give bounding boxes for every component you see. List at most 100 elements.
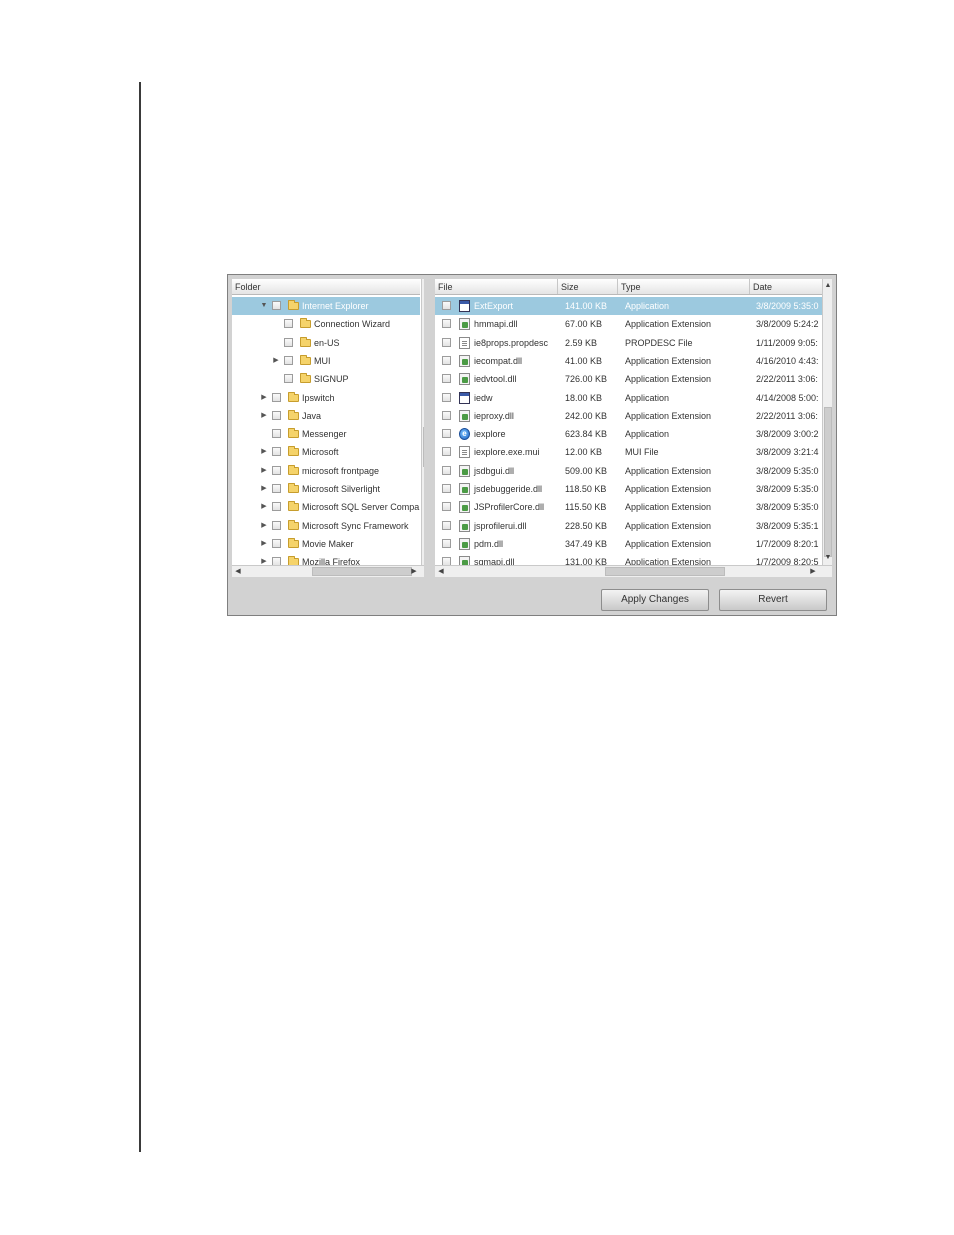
- folder-checkbox[interactable]: [284, 319, 293, 329]
- folder-tree-item[interactable]: SIGNUP: [232, 370, 420, 388]
- file-scroll-thumb[interactable]: [824, 407, 832, 557]
- scroll-down-arrow-icon[interactable]: ▼: [823, 553, 832, 563]
- file-row[interactable]: ieproxy.dll 242.00 KB Application Extensio…: [435, 407, 822, 425]
- file-row[interactable]: iedvtool.dll 726.00 KB Application Extensi…: [435, 370, 822, 388]
- folder-hscroll-thumb[interactable]: [312, 567, 412, 576]
- folder-tree-item[interactable]: ▶ Microsoft Silverlight: [232, 480, 420, 498]
- folder-checkbox[interactable]: [272, 301, 281, 310]
- scroll-up-arrow-icon[interactable]: ▲: [823, 281, 832, 291]
- expand-arrow-icon[interactable]: ▶: [260, 480, 268, 498]
- file-row[interactable]: e iexplore 623.84 KB Application 3/8/2009 3:…: [435, 425, 822, 443]
- revert-button[interactable]: Revert: [719, 589, 827, 611]
- file-date: 3/8/2009 5:35:1: [756, 520, 819, 531]
- expand-arrow-icon[interactable]: ▶: [260, 462, 268, 480]
- folder-column-header[interactable]: Folder: [232, 279, 420, 295]
- folder-checkbox[interactable]: [272, 465, 281, 475]
- file-row[interactable]: ExtExport 141.00 KB Application 3/8/2009 5:…: [435, 297, 822, 315]
- file-row[interactable]: pdm.dll 347.49 KB Application Extension 1/7…: [435, 535, 822, 553]
- scroll-right-arrow-icon[interactable]: ▶: [410, 567, 418, 577]
- file-size: 141.00 KB: [565, 301, 608, 311]
- file-checkbox[interactable]: [442, 538, 451, 548]
- folder-tree-item[interactable]: ▼ Internet Explorer: [232, 297, 420, 315]
- file-row[interactable]: iexplore.exe.mui 12.00 KB MUI File 3/8/2009…: [435, 443, 822, 461]
- file-horizontal-scrollbar[interactable]: ◀ ▶: [435, 565, 832, 577]
- scroll-down-arrow-icon[interactable]: ▼: [422, 553, 425, 563]
- scroll-right-arrow-icon[interactable]: ▶: [809, 567, 817, 577]
- expand-arrow-icon[interactable]: ▶: [260, 517, 268, 535]
- folder-tree-item[interactable]: ▶ Ipswitch: [232, 389, 420, 407]
- file-row[interactable]: iedw 18.00 KB Application 4/14/2008 5:00:: [435, 389, 822, 407]
- file-checkbox[interactable]: [442, 319, 451, 329]
- folder-checkbox[interactable]: [272, 392, 281, 402]
- file-date: 2/22/2011 3:06:: [756, 410, 818, 421]
- file-vertical-scrollbar[interactable]: ▲ ▼: [822, 279, 832, 565]
- file-checkbox[interactable]: [442, 520, 451, 530]
- file-hscroll-thumb[interactable]: [605, 567, 725, 576]
- file-column-header[interactable]: File: [435, 279, 557, 294]
- folder-label: Microsoft SQL Server Compa: [302, 502, 420, 513]
- folder-tree-item[interactable]: ▶ Java: [232, 407, 420, 425]
- folder-label: Ipswitch: [302, 392, 335, 403]
- file-checkbox[interactable]: [442, 484, 451, 493]
- folder-tree-item[interactable]: en-US: [232, 334, 420, 352]
- folder-tree-item[interactable]: ▶ MUI: [232, 352, 420, 370]
- folder-checkbox[interactable]: [284, 374, 293, 384]
- folder-tree-item[interactable]: ▶ Microsoft SQL Server Compa: [232, 498, 420, 516]
- file-checkbox[interactable]: [442, 355, 451, 365]
- folder-tree-item[interactable]: ▶ Movie Maker: [232, 535, 420, 553]
- file-row[interactable]: jsdebuggeride.dll 118.50 KB Application Ex…: [435, 480, 822, 498]
- folder-tree-item[interactable]: ▶ Microsoft: [232, 443, 420, 461]
- folder-label: Java: [302, 410, 322, 421]
- file-checkbox[interactable]: [442, 465, 451, 475]
- scroll-up-arrow-icon[interactable]: ▲: [422, 281, 425, 291]
- expand-arrow-icon[interactable]: ▶: [260, 407, 268, 425]
- file-row[interactable]: iecompat.dll 41.00 KB Application Extensio…: [435, 352, 822, 370]
- file-date: 1/11/2009 9:05:: [756, 337, 818, 348]
- folder-checkbox[interactable]: [284, 337, 293, 347]
- folder-checkbox[interactable]: [272, 502, 281, 512]
- file-row[interactable]: hmmapi.dll 67.00 KB Application Extension 3…: [435, 315, 822, 333]
- size-column-header[interactable]: Size: [557, 279, 617, 294]
- folder-vertical-scrollbar[interactable]: ▲ ▼: [421, 279, 424, 565]
- apply-changes-button[interactable]: Apply Changes: [601, 589, 709, 611]
- file-checkbox[interactable]: [442, 374, 451, 384]
- folder-tree-item[interactable]: Connection Wizard: [232, 315, 420, 333]
- folder-checkbox[interactable]: [272, 538, 281, 548]
- expand-arrow-icon[interactable]: ▶: [260, 498, 268, 516]
- scroll-left-arrow-icon[interactable]: ◀: [234, 567, 242, 577]
- expand-arrow-icon[interactable]: ▶: [272, 352, 280, 370]
- file-checkbox[interactable]: [442, 337, 451, 347]
- folder-checkbox[interactable]: [272, 520, 281, 530]
- file-row[interactable]: jsdbgui.dll 509.00 KB Application Extensio…: [435, 462, 822, 480]
- file-row[interactable]: jsprofilerui.dll 228.50 KB Application Ext…: [435, 517, 822, 535]
- file-row[interactable]: ie8props.propdesc 2.59 KB PROPDESC File 1/1…: [435, 334, 822, 352]
- expand-arrow-icon[interactable]: ▶: [260, 535, 268, 553]
- folder-scroll-thumb[interactable]: [423, 427, 424, 467]
- folder-checkbox[interactable]: [272, 447, 281, 457]
- file-checkbox[interactable]: [442, 429, 451, 439]
- file-checkbox[interactable]: [442, 410, 451, 420]
- date-column-header[interactable]: Date: [749, 279, 822, 294]
- collapse-arrow-icon[interactable]: ▼: [260, 297, 268, 315]
- scroll-left-arrow-icon[interactable]: ◀: [437, 567, 445, 577]
- file-type: Application Extension: [625, 374, 712, 385]
- application-icon: [459, 391, 470, 404]
- file-row[interactable]: JSProfilerCore.dll 115.50 KB Application E…: [435, 498, 822, 516]
- folder-tree-item[interactable]: Messenger: [232, 425, 420, 443]
- file-checkbox[interactable]: [442, 502, 451, 512]
- expand-arrow-icon[interactable]: ▶: [260, 389, 268, 407]
- folder-checkbox[interactable]: [272, 429, 281, 439]
- file-checkbox[interactable]: [442, 447, 451, 457]
- folder-checkbox[interactable]: [284, 355, 293, 365]
- file-checkbox[interactable]: [442, 301, 451, 310]
- folder-horizontal-scrollbar[interactable]: ◀ ▶: [232, 565, 424, 577]
- file-checkbox[interactable]: [442, 392, 451, 402]
- expand-arrow-icon[interactable]: ▶: [260, 443, 268, 461]
- file-size: 118.50 KB: [565, 484, 607, 494]
- type-column-header[interactable]: Type: [617, 279, 749, 294]
- folder-tree-item[interactable]: ▶ microsoft frontpage: [232, 462, 420, 480]
- folder-checkbox[interactable]: [272, 484, 281, 493]
- file-date: 3/8/2009 5:35:0: [756, 301, 819, 311]
- folder-checkbox[interactable]: [272, 410, 281, 420]
- folder-tree-item[interactable]: ▶ Microsoft Sync Framework: [232, 517, 420, 535]
